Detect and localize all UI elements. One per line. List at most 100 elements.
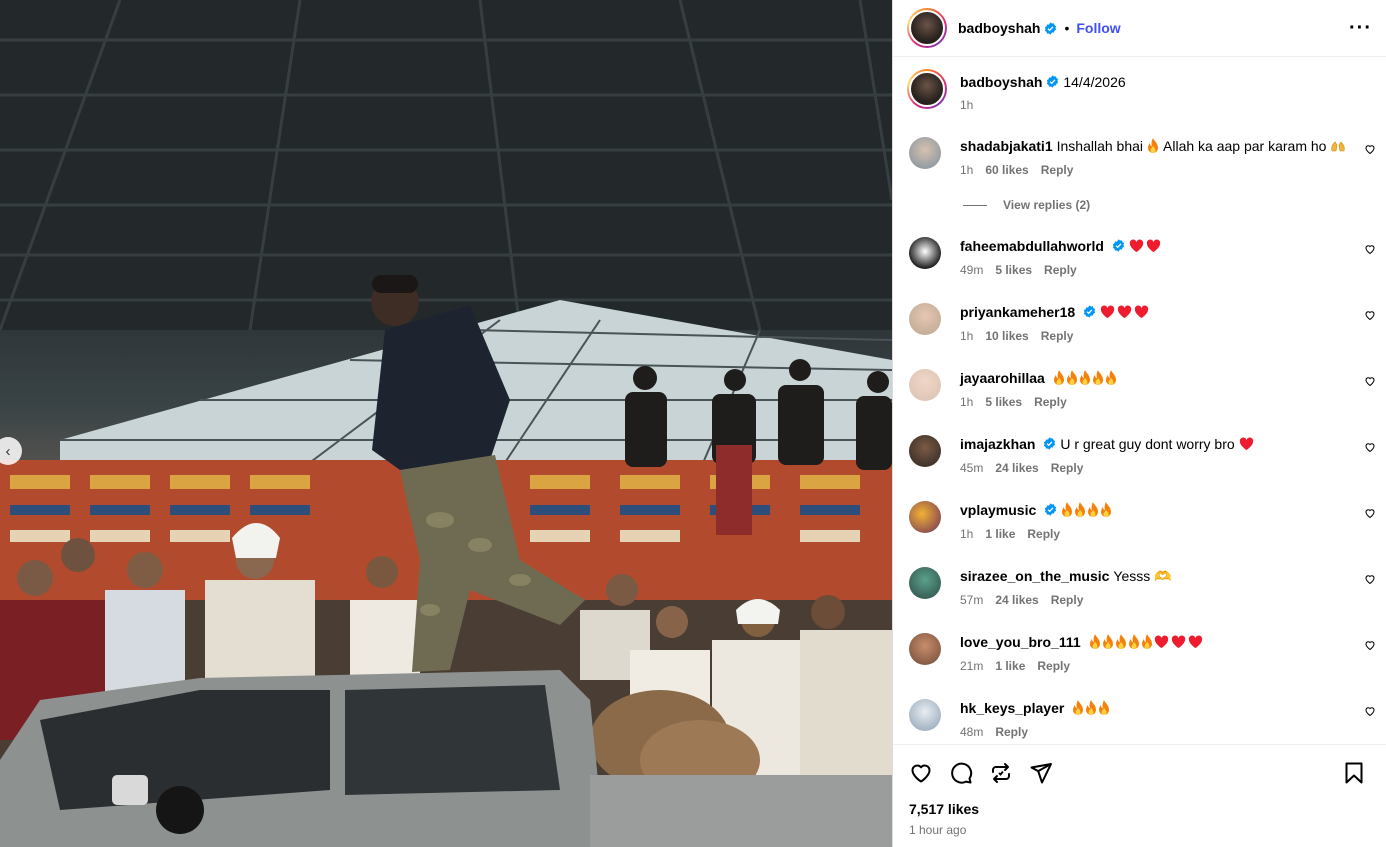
like-comment-heart-icon[interactable] — [1364, 639, 1376, 651]
reply-button[interactable]: Reply — [1034, 395, 1067, 409]
commenter-avatar[interactable] — [909, 567, 941, 599]
commenter-username[interactable]: sirazee_on_the_music — [960, 568, 1109, 584]
posted-time: 1 hour ago — [909, 823, 967, 837]
like-comment-heart-icon[interactable] — [1364, 507, 1376, 519]
verified-badge-icon — [1045, 503, 1057, 516]
view-replies-label: View replies (2) — [1003, 198, 1091, 212]
reply-button[interactable]: Reply — [1051, 593, 1084, 607]
red-heart-emoji-icon — [1117, 305, 1132, 319]
bookmark-icon[interactable] — [1342, 761, 1366, 785]
comment-likes[interactable]: 5 likes — [985, 395, 1022, 409]
comment-time: 1h — [960, 527, 974, 541]
paper-plane-icon[interactable] — [1029, 761, 1053, 785]
red-heart-emoji-icon — [1134, 305, 1149, 319]
comment-likes[interactable]: 60 likes — [985, 163, 1028, 177]
caption-avatar[interactable] — [907, 69, 947, 109]
commenter-avatar[interactable] — [909, 369, 941, 401]
commenter-avatar[interactable] — [909, 435, 941, 467]
fire-emoji-row — [1053, 370, 1118, 386]
comment-likes[interactable]: 5 likes — [995, 263, 1032, 277]
post-footer: 7,517 likes 1 hour ago — [893, 744, 1386, 847]
post-side-panel: badboyshah • Follow ··· badboyshah 14/4/… — [892, 0, 1386, 847]
caption-date: 14/4/2026 — [1063, 74, 1126, 90]
repost-icon[interactable] — [989, 761, 1013, 785]
fire-emoji-icon — [1115, 634, 1126, 649]
comment-time: 49m — [960, 263, 984, 277]
follow-button[interactable]: Follow — [1076, 20, 1120, 36]
fire-emoji-icon — [1073, 700, 1084, 715]
post-media[interactable]: ‹ — [0, 0, 892, 847]
commenter-username[interactable]: shadabjakati1 — [960, 138, 1053, 154]
post-photo — [0, 0, 892, 847]
verified-badge-icon — [1045, 21, 1057, 35]
heart-outline-icon[interactable] — [909, 761, 933, 785]
like-comment-heart-icon[interactable] — [1364, 243, 1376, 255]
commenter-username[interactable]: priyankameher18 — [960, 304, 1075, 320]
fire-emoji-icon — [1089, 634, 1100, 649]
comment-time: 45m — [960, 461, 984, 475]
comment-text: Inshallah bhai — [1056, 138, 1144, 154]
chevron-left-icon: ‹ — [5, 442, 11, 460]
like-comment-heart-icon[interactable] — [1364, 705, 1376, 717]
red-heart-emoji-icon — [1154, 635, 1168, 649]
action-bar — [893, 745, 1386, 789]
red-heart-emoji-icon — [1100, 305, 1115, 319]
commenter-username[interactable]: imajazkhan — [960, 436, 1035, 452]
verified-badge-icon — [1084, 305, 1096, 318]
commenter-username[interactable]: jayaarohillaa — [960, 370, 1045, 386]
commenter-avatar[interactable] — [909, 137, 941, 169]
red-heart-emoji-icon — [1188, 635, 1202, 649]
praying-hands-emoji-icon — [1331, 141, 1346, 152]
commenter-username[interactable]: vplaymusic — [960, 502, 1036, 518]
view-replies-button[interactable]: View replies (2) — [963, 198, 1090, 212]
verified-badge-icon — [1044, 437, 1056, 450]
like-comment-heart-icon[interactable] — [1364, 375, 1376, 387]
commenter-username[interactable]: faheemabdullahworld — [960, 238, 1104, 254]
comment-time: 1h — [960, 163, 974, 177]
comment-likes[interactable]: 1 like — [995, 659, 1025, 673]
commenter-avatar[interactable] — [909, 237, 941, 269]
red-heart-emoji-icon — [1239, 437, 1253, 451]
reply-button[interactable]: Reply — [1037, 659, 1070, 673]
like-comment-heart-icon[interactable] — [1364, 309, 1376, 321]
comment-likes[interactable]: 10 likes — [985, 329, 1028, 343]
reply-button[interactable]: Reply — [995, 725, 1028, 739]
caption-username[interactable]: badboyshah — [960, 74, 1042, 90]
comment-item: sirazee_on_the_music Yesss 🫶 57m 24 likes… — [909, 567, 1386, 607]
author-username[interactable]: badboyshah — [958, 20, 1040, 36]
commenter-avatar[interactable] — [909, 303, 941, 335]
speech-bubble-icon[interactable] — [949, 761, 973, 785]
reply-button[interactable]: Reply — [1051, 461, 1084, 475]
reply-button[interactable]: Reply — [1041, 163, 1074, 177]
emoji-row — [1089, 634, 1205, 650]
fire-emoji-icon — [1075, 502, 1086, 517]
fire-emoji-row — [1072, 700, 1111, 716]
like-comment-heart-icon[interactable] — [1364, 573, 1376, 585]
comment-likes[interactable]: 24 likes — [995, 461, 1038, 475]
like-comment-heart-icon[interactable] — [1364, 143, 1376, 155]
more-options-button[interactable]: ··· — [1349, 18, 1372, 38]
reply-button[interactable]: Reply — [1044, 263, 1077, 277]
like-comment-heart-icon[interactable] — [1364, 441, 1376, 453]
comment-time: 48m — [960, 725, 984, 739]
comment-likes[interactable]: 1 like — [985, 527, 1015, 541]
commenter-avatar[interactable] — [909, 501, 941, 533]
comment-time: 21m — [960, 659, 984, 673]
reply-button[interactable]: Reply — [1041, 329, 1074, 343]
author-avatar[interactable] — [907, 8, 947, 48]
fire-emoji-row — [1061, 502, 1113, 518]
comment-text: Yesss 🫶 — [1113, 568, 1172, 584]
likes-count[interactable]: 7,517 likes — [909, 801, 1386, 817]
commenter-avatar[interactable] — [909, 699, 941, 731]
fire-emoji-icon — [1079, 370, 1090, 385]
fire-emoji-icon — [1128, 634, 1139, 649]
comment-item: hk_keys_player 48m Reply — [909, 699, 1386, 739]
commenter-avatar[interactable] — [909, 633, 941, 665]
fire-emoji-icon — [1062, 502, 1073, 517]
verified-badge-icon — [1112, 239, 1125, 252]
comment-likes[interactable]: 24 likes — [995, 593, 1038, 607]
commenter-username[interactable]: hk_keys_player — [960, 700, 1064, 716]
reply-button[interactable]: Reply — [1027, 527, 1060, 541]
commenter-username[interactable]: love_you_bro_111 — [960, 634, 1081, 650]
comments-list[interactable]: badboyshah 14/4/2026 1h shadabjakati1 Ins… — [893, 57, 1386, 744]
